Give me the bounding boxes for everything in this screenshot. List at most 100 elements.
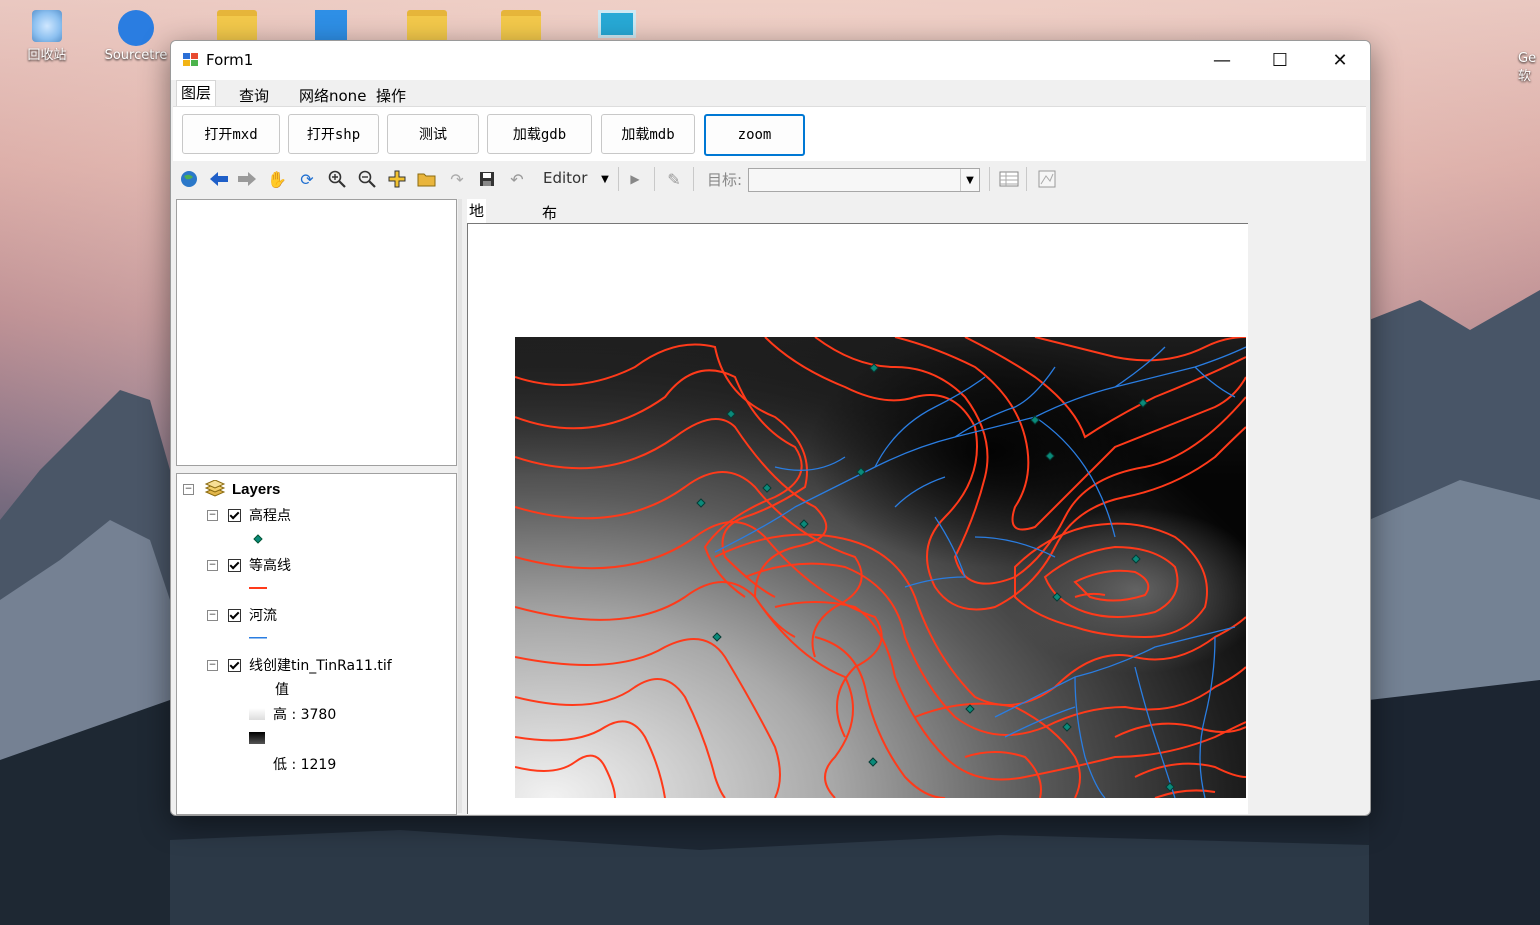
- desktop-icon-label: Ge: [1518, 51, 1537, 66]
- table-of-contents[interactable]: − Layers − 高程点 − 等高线 − 河流 − 线创建tin_TinRa…: [176, 473, 457, 815]
- open-folder-icon[interactable]: [416, 168, 438, 190]
- desktop-icon-sourcetree[interactable]: Sourcetre: [100, 2, 172, 63]
- load-gdb-button[interactable]: 加载gdb: [487, 114, 592, 154]
- toolbar-separator: [618, 167, 619, 191]
- sketch-pencil-icon[interactable]: ✎: [663, 168, 685, 190]
- layer-visibility-checkbox[interactable]: [228, 608, 241, 622]
- layer-visibility-checkbox[interactable]: [228, 558, 241, 572]
- open-mxd-button[interactable]: 打开mxd: [182, 114, 280, 154]
- raster-high-swatch: [249, 708, 265, 720]
- chevron-down-icon: ▼: [960, 169, 979, 191]
- undo-icon[interactable]: ↶: [506, 168, 528, 190]
- collapse-icon[interactable]: −: [207, 659, 218, 671]
- tab-operation[interactable]: 操作: [372, 85, 410, 106]
- layer-name: 等高线: [249, 558, 291, 574]
- map-toolbar: ✋ ⟳ ↷ ↶ Editor ▼ ▶ ✎ 目标: ▼: [171, 164, 1370, 194]
- sourcetree-icon: [118, 10, 154, 46]
- forward-arrow-icon[interactable]: [236, 168, 258, 190]
- layer-name: 线创建tin_TinRa11.tif: [249, 658, 392, 674]
- desktop-icon-label: Sourcetre: [104, 48, 168, 63]
- desktop-icon-folder-2[interactable]: [387, 2, 467, 44]
- back-arrow-icon[interactable]: [208, 168, 230, 190]
- toc-layer-row[interactable]: − 线创建tin_TinRa11.tif: [207, 655, 392, 675]
- zoom-button[interactable]: zoom: [704, 114, 805, 156]
- close-icon: ✕: [1332, 50, 1348, 71]
- attributes-table-icon[interactable]: [998, 168, 1020, 190]
- toolbar-separator: [654, 167, 655, 191]
- contour-line-symbol-icon: [249, 587, 267, 589]
- river-line-symbol-icon: [249, 637, 267, 639]
- layer-name: 河流: [249, 608, 277, 624]
- tab-strip: 图层 查询 网络none 操作: [171, 80, 1370, 106]
- add-data-icon[interactable]: [386, 168, 408, 190]
- desktop-icon-folder-1[interactable]: [197, 2, 277, 44]
- open-shp-button[interactable]: 打开shp: [288, 114, 379, 154]
- title-bar[interactable]: Form1 — ☐ ✕: [171, 41, 1370, 80]
- app-icon: [183, 53, 199, 67]
- zoom-out-icon[interactable]: [356, 168, 378, 190]
- dropdown-arrow-icon[interactable]: ▼: [594, 168, 616, 190]
- target-label: 目标:: [707, 171, 743, 189]
- window-title: Form1: [206, 51, 254, 69]
- legend-low-label: 低 : 1219: [273, 757, 337, 773]
- desktop-icon-monitor[interactable]: [577, 2, 657, 40]
- tab-layers[interactable]: 图层: [176, 80, 217, 106]
- folder-icon: [217, 10, 257, 42]
- toolbar-separator: [989, 167, 990, 191]
- tool-app-icon: [315, 10, 347, 42]
- redo-icon[interactable]: ↷: [446, 168, 468, 190]
- raster-low-swatch: [249, 732, 265, 744]
- map-control[interactable]: [467, 223, 1248, 814]
- desktop-icon-recycle-bin[interactable]: 回收站: [7, 2, 87, 63]
- splitter[interactable]: [458, 199, 462, 813]
- toc-root-row[interactable]: − Layers: [183, 480, 280, 498]
- layer-visibility-checkbox[interactable]: [228, 658, 241, 672]
- sketch-properties-icon[interactable]: [1036, 168, 1058, 190]
- target-select[interactable]: ▼: [748, 168, 980, 192]
- collapse-icon[interactable]: −: [207, 559, 218, 571]
- pan-hand-icon[interactable]: ✋: [266, 168, 288, 190]
- load-mdb-button[interactable]: 加载mdb: [601, 114, 695, 154]
- folder-icon: [501, 10, 541, 42]
- collapse-icon[interactable]: −: [207, 509, 218, 521]
- test-button[interactable]: 测试: [387, 114, 479, 154]
- save-icon[interactable]: [476, 168, 498, 190]
- button-panel: 打开mxd 打开shp 测试 加载gdb 加载mdb zoom: [173, 106, 1366, 161]
- minimize-icon: —: [1213, 50, 1231, 71]
- toolbar-separator: [1026, 167, 1027, 191]
- layer-visibility-checkbox[interactable]: [228, 508, 241, 522]
- toc-layer-row[interactable]: − 河流: [207, 605, 277, 625]
- legend-title: 值: [275, 682, 289, 698]
- edit-tool-icon[interactable]: ▶: [624, 168, 646, 190]
- full-extent-icon[interactable]: [178, 168, 200, 190]
- close-button[interactable]: ✕: [1311, 41, 1369, 80]
- form1-window: Form1 — ☐ ✕ 图层 查询 网络none 操作 打开mxd 打开shp …: [170, 40, 1371, 816]
- overview-panel[interactable]: [176, 199, 457, 466]
- refresh-icon[interactable]: ⟳: [296, 168, 318, 190]
- desktop-icon-label: 软: [1518, 69, 1532, 84]
- collapse-icon[interactable]: −: [183, 483, 194, 495]
- terrain-map[interactable]: [515, 337, 1246, 798]
- toolbar-separator: [693, 167, 694, 191]
- desktop-icon-right-edge[interactable]: Ge 软: [1518, 50, 1540, 86]
- tab-query[interactable]: 查询: [235, 85, 273, 106]
- point-symbol-icon: [253, 534, 263, 544]
- minimize-button[interactable]: —: [1193, 41, 1251, 80]
- recycle-bin-icon: [32, 10, 62, 42]
- maximize-icon: ☐: [1271, 50, 1289, 71]
- layers-stack-icon: [204, 480, 226, 497]
- folder-icon: [407, 10, 447, 42]
- zoom-in-icon[interactable]: [326, 168, 348, 190]
- toc-layer-row[interactable]: − 高程点: [207, 505, 291, 525]
- legend-high-label: 高 : 3780: [273, 707, 337, 723]
- toc-layer-row[interactable]: − 等高线: [207, 555, 291, 575]
- editor-menu[interactable]: Editor: [543, 169, 587, 187]
- desktop-icon-tool-app[interactable]: [291, 2, 371, 44]
- tab-network[interactable]: 网络none: [295, 85, 370, 106]
- desktop-icon-label: 回收站: [27, 48, 67, 63]
- collapse-icon[interactable]: −: [207, 609, 218, 621]
- maximize-button[interactable]: ☐: [1251, 41, 1309, 80]
- desktop-icon-folder-3[interactable]: [481, 2, 561, 44]
- monitor-icon: [598, 10, 636, 38]
- layer-name: 高程点: [249, 508, 291, 524]
